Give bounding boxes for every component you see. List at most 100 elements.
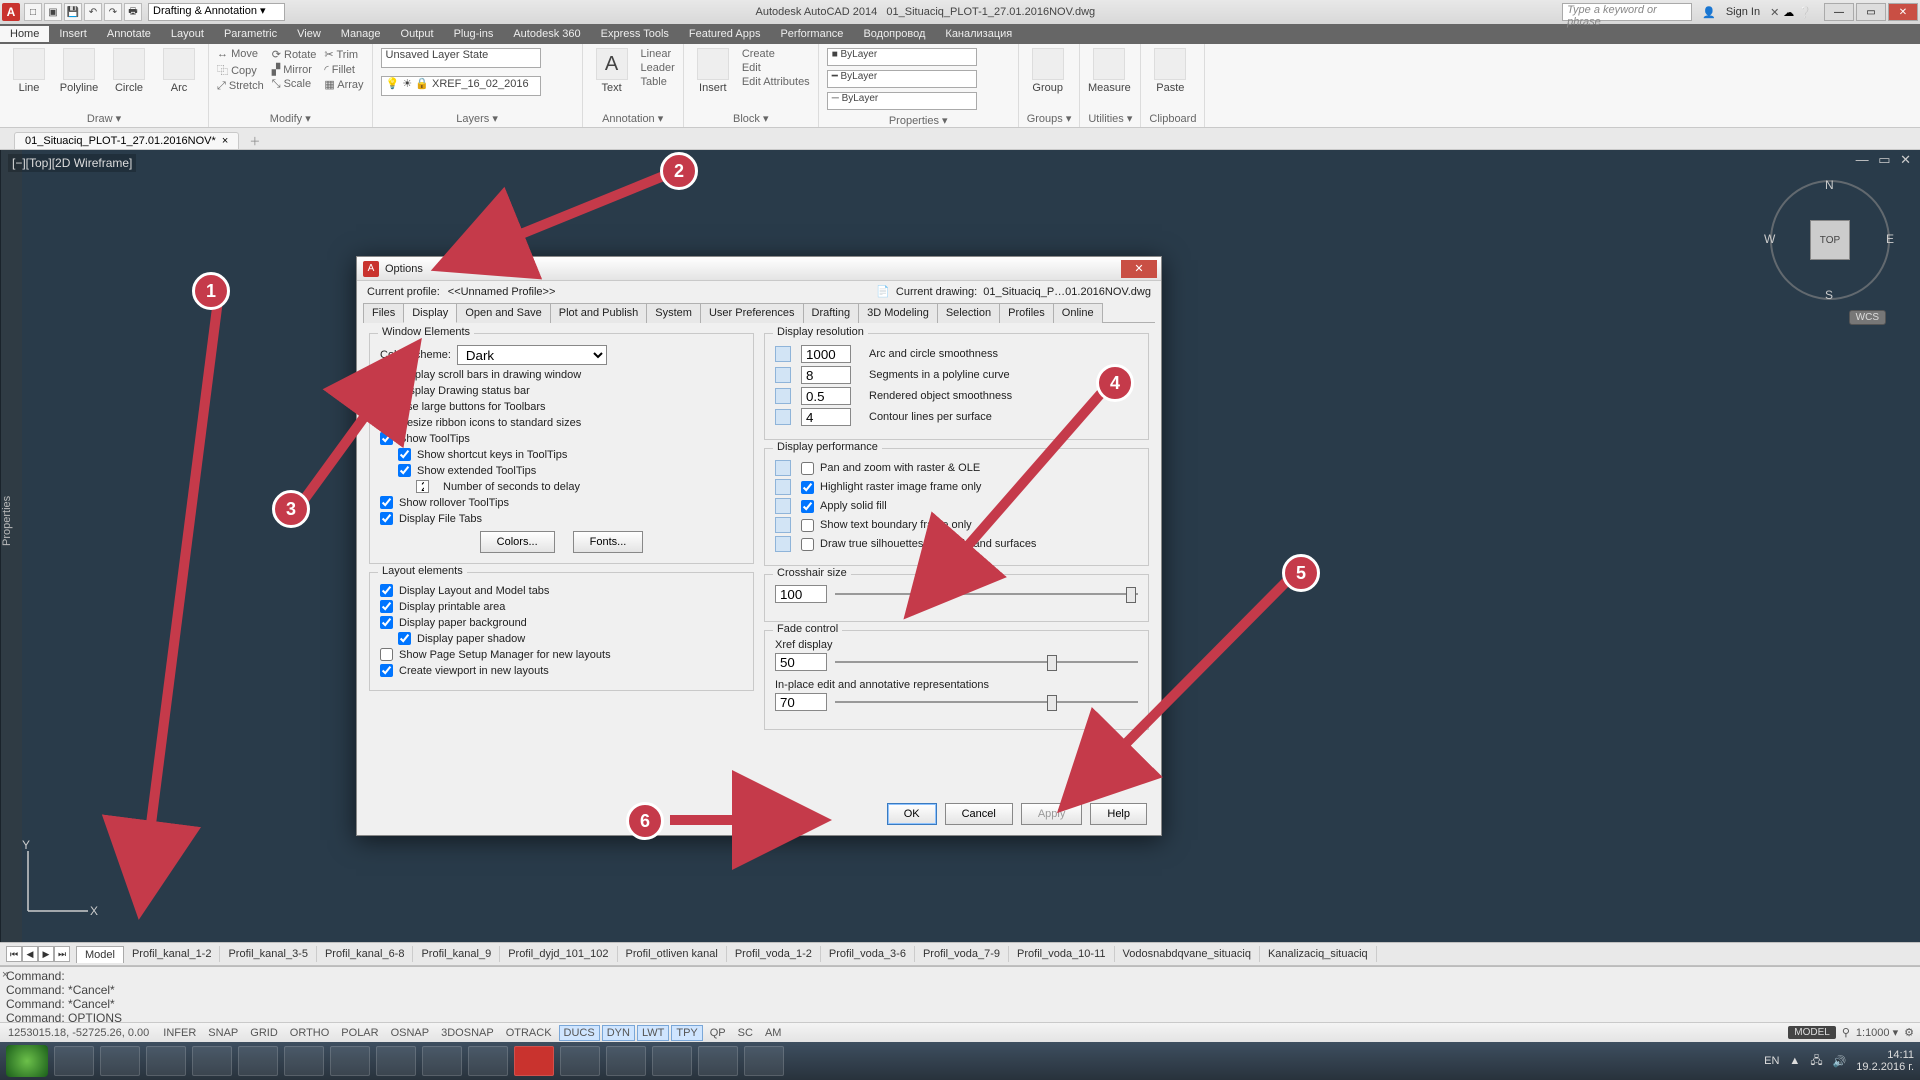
layout-tab[interactable]: Profil_voda_3-6 [821, 946, 915, 962]
array-button[interactable]: ▦ Array [324, 78, 363, 91]
taskbar-app3-icon[interactable] [560, 1046, 600, 1076]
tab-featured[interactable]: Featured Apps [679, 26, 771, 42]
chk-resizeicons[interactable]: Resize ribbon icons to standard sizes [380, 416, 743, 429]
chk-shortcut-tooltips[interactable]: Show shortcut keys in ToolTips [398, 448, 743, 461]
line-button[interactable]: Line [8, 48, 50, 94]
layout-prev-icon[interactable]: ◀ [22, 946, 38, 962]
apply-button[interactable]: Apply [1021, 803, 1083, 825]
status-toggle-dyn[interactable]: DYN [602, 1025, 635, 1041]
chk-largebuttons[interactable]: Use large buttons for Toolbars [380, 400, 743, 413]
tray-lang[interactable]: EN [1764, 1055, 1779, 1067]
status-settings-icon[interactable]: ⚙ [1904, 1026, 1914, 1039]
status-toggle-infer[interactable]: INFER [158, 1025, 201, 1041]
status-toggle-snap[interactable]: SNAP [203, 1025, 243, 1041]
create-button[interactable]: Create [742, 48, 810, 60]
crosshair-size-slider[interactable] [835, 585, 1138, 603]
chk-scrollbars[interactable]: Display scroll bars in drawing window [380, 368, 743, 381]
chk-pan-zoom[interactable]: Pan and zoom with raster & OLE [801, 462, 980, 475]
tray-network-icon[interactable]: 🖧 [1810, 1052, 1822, 1071]
panel-block-label[interactable]: Block ▾ [692, 110, 810, 125]
taskbar-excel-icon[interactable] [100, 1046, 140, 1076]
document-tab[interactable]: 01_Situaciq_PLOT-1_27.01.2016NOV* × [14, 132, 239, 149]
linetype-select[interactable]: ─ ByLayer [827, 92, 977, 110]
tab-files[interactable]: Files [363, 303, 404, 323]
chk-statusbar[interactable]: Display Drawing status bar [380, 384, 743, 397]
status-toggle-otrack[interactable]: OTRACK [501, 1025, 557, 1041]
status-toggle-grid[interactable]: GRID [245, 1025, 283, 1041]
layout-tab[interactable]: Profil_dyjd_101_102 [500, 946, 617, 962]
panel-utilities-label[interactable]: Utilities ▾ [1088, 110, 1132, 125]
tab-manage[interactable]: Manage [331, 26, 391, 42]
layout-next-icon[interactable]: ▶ [38, 946, 54, 962]
tab-userpref[interactable]: User Preferences [700, 303, 804, 323]
panel-layers-label[interactable]: Layers ▾ [381, 110, 574, 125]
taskbar-paint-icon[interactable] [698, 1046, 738, 1076]
panel-groups-label[interactable]: Groups ▾ [1027, 110, 1072, 125]
qa-redo-icon[interactable]: ↷ [104, 3, 122, 21]
xref-fade-slider[interactable] [835, 653, 1138, 671]
chk-text-boundary[interactable]: Show text boundary frame only [801, 519, 972, 532]
help-search-input[interactable]: Type a keyword or phrase [1562, 3, 1692, 21]
app-icon[interactable]: A [2, 3, 20, 21]
exchange-icon[interactable]: ✕ [1770, 6, 1779, 19]
layout-tab[interactable]: Kanalizaciq_situaciq [1260, 946, 1377, 962]
xref-fade-input[interactable] [775, 653, 827, 671]
qa-open-icon[interactable]: ▣ [44, 3, 62, 21]
chk-highlight-raster[interactable]: Highlight raster image frame only [801, 481, 981, 494]
tab-performance[interactable]: Performance [770, 26, 853, 42]
layout-last-icon[interactable]: ⏭ [54, 946, 70, 962]
status-toggle-qp[interactable]: QP [705, 1025, 731, 1041]
chk-silhouettes[interactable]: Draw true silhouettes for solids and sur… [801, 538, 1036, 551]
tab-output[interactable]: Output [391, 26, 444, 42]
signin-link[interactable]: Sign In [1726, 6, 1760, 18]
tab-express[interactable]: Express Tools [591, 26, 679, 42]
tab-insert[interactable]: Insert [49, 26, 97, 42]
taskbar-app2-icon[interactable] [468, 1046, 508, 1076]
tab-drafting[interactable]: Drafting [803, 303, 860, 323]
annoscale-icon[interactable]: ⚲ [1842, 1026, 1850, 1039]
qa-new-icon[interactable]: □ [24, 3, 42, 21]
table-button[interactable]: Table [641, 76, 675, 88]
tray-time[interactable]: 14:11 [1856, 1049, 1914, 1061]
taskbar-outlook-icon[interactable] [192, 1046, 232, 1076]
taskbar-powerpoint-icon[interactable] [238, 1046, 278, 1076]
ok-button[interactable]: OK [887, 803, 937, 825]
tab-3dmodeling[interactable]: 3D Modeling [858, 303, 938, 323]
help-icon[interactable]: ❔ [1798, 6, 1812, 19]
tab-system[interactable]: System [646, 303, 701, 323]
color-select[interactable]: ■ ByLayer [827, 48, 977, 66]
tab-view[interactable]: View [287, 26, 331, 42]
layer-current-select[interactable]: 💡 ☀ 🔒 XREF_16_02_2016 [381, 76, 541, 96]
viewcube[interactable]: TOP N S E W [1770, 180, 1890, 300]
viewport-label[interactable]: [−][Top][2D Wireframe] [8, 154, 136, 172]
mirror-button[interactable]: ▞ Mirror [272, 63, 317, 76]
coordinates[interactable]: 1253015.18, -52725.26, 0.00 [0, 1027, 157, 1039]
tray-sound-icon[interactable]: 🔊 [1833, 1055, 1847, 1068]
color-scheme-select[interactable]: Dark [457, 345, 607, 365]
rotate-button[interactable]: ⟳ Rotate [272, 48, 317, 61]
taskbar-chrome-icon[interactable] [330, 1046, 370, 1076]
panel-modify-label[interactable]: Modify ▾ [217, 110, 364, 125]
copy-button[interactable]: ⿻ Copy [217, 62, 264, 78]
scale-select[interactable]: 1:1000 ▾ [1856, 1026, 1898, 1039]
move-button[interactable]: ↔ Move [217, 48, 264, 60]
viewcube-face[interactable]: TOP [1810, 220, 1850, 260]
workspace-select[interactable]: Drafting & Annotation ▾ [148, 3, 285, 21]
chk-create-viewport[interactable]: Create viewport in new layouts [380, 664, 743, 677]
polyline-button[interactable]: Polyline [58, 48, 100, 94]
contour-lines-input[interactable] [801, 408, 851, 426]
status-toggle-osnap[interactable]: OSNAP [386, 1025, 435, 1041]
close-button[interactable]: ✕ [1888, 3, 1918, 21]
tab-selection[interactable]: Selection [937, 303, 1000, 323]
stayconnected-icon[interactable]: ☁ [1783, 6, 1794, 19]
wcs-badge[interactable]: WCS [1849, 310, 1886, 325]
model-chip[interactable]: MODEL [1788, 1026, 1836, 1039]
maximize-button[interactable]: ▭ [1856, 3, 1886, 21]
insert-button[interactable]: Insert [692, 48, 734, 94]
tab-profiles[interactable]: Profiles [999, 303, 1054, 323]
arc-button[interactable]: Arc [158, 48, 200, 94]
stretch-button[interactable]: ⤢ Stretch [217, 80, 264, 93]
taskbar-onenote-icon[interactable] [146, 1046, 186, 1076]
status-toggle-polar[interactable]: POLAR [336, 1025, 383, 1041]
tab-home[interactable]: Home [0, 26, 49, 42]
